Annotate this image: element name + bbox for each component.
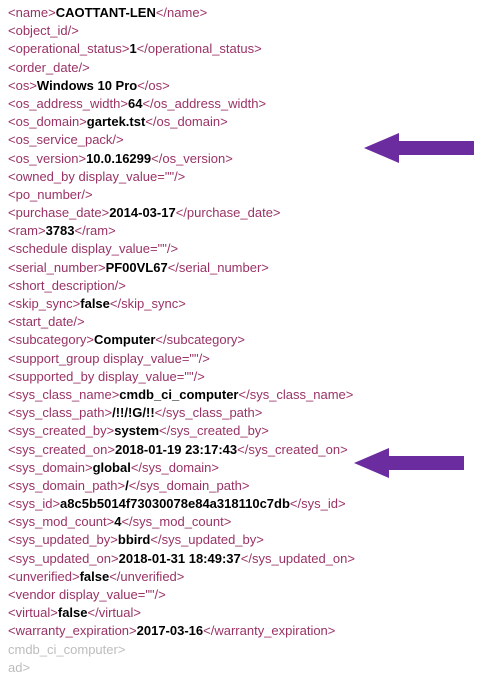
xml-element-short_description: <short_description/> <box>8 277 496 295</box>
xml-element-supported_by: <supported_by display_value=""/> <box>8 368 496 386</box>
value-sys_class_path: /!!/!G/!! <box>112 405 155 420</box>
value-serial_number: PF00VL67 <box>106 260 168 275</box>
xml-element-support_group: <support_group display_value=""/> <box>8 350 496 368</box>
value-os: Windows 10 Pro <box>37 78 137 93</box>
xml-element-os_address_width: <os_address_width>64</os_address_width> <box>8 95 496 113</box>
xml-element-os_version: <os_version>10.0.16299</os_version> <box>8 150 496 168</box>
value-sys_domain: global <box>93 460 131 475</box>
xml-element-purchase_date: <purchase_date>2014-03-17</purchase_date… <box>8 204 496 222</box>
xml-element-serial_number: <serial_number>PF00VL67</serial_number> <box>8 259 496 277</box>
xml-element-schedule: <schedule display_value=""/> <box>8 240 496 258</box>
value-os_address_width: 64 <box>128 96 142 111</box>
xml-element-sys_domain_path: <sys_domain_path>/</sys_domain_path> <box>8 477 496 495</box>
xml-element-operational_status: <operational_status>1</operational_statu… <box>8 40 496 58</box>
value-name: CAOTTANT-LEN <box>56 5 156 20</box>
value-os_version: 10.0.16299 <box>86 151 151 166</box>
value-subcategory: Computer <box>94 332 155 347</box>
xml-trailing-fragment: cmdb_ci_computer> <box>8 641 496 659</box>
value-sys_class_name: cmdb_ci_computer <box>119 387 238 402</box>
value-virtual: false <box>58 605 88 620</box>
xml-element-os: <os>Windows 10 Pro</os> <box>8 77 496 95</box>
value-sys_created_on: 2018-01-19 23:17:43 <box>115 442 237 457</box>
value-os_domain: gartek.tst <box>87 114 146 129</box>
xml-element-sys_class_path: <sys_class_path>/!!/!G/!!</sys_class_pat… <box>8 404 496 422</box>
xml-element-sys_mod_count: <sys_mod_count>4</sys_mod_count> <box>8 513 496 531</box>
xml-output: <name>CAOTTANT-LEN</name><object_id/><op… <box>8 4 496 677</box>
xml-element-virtual: <virtual>false</virtual> <box>8 604 496 622</box>
xml-element-start_date: <start_date/> <box>8 313 496 331</box>
xml-element-object_id: <object_id/> <box>8 22 496 40</box>
value-sys_updated_on: 2018-01-31 18:49:37 <box>119 551 241 566</box>
xml-element-os_service_pack: <os_service_pack/> <box>8 131 496 149</box>
xml-element-warranty_expiration: <warranty_expiration>2017-03-16</warrant… <box>8 622 496 640</box>
xml-element-sys_created_on: <sys_created_on>2018-01-19 23:17:43</sys… <box>8 441 496 459</box>
xml-element-sys_id: <sys_id>a8c5b5014f73030078e84a318110c7db… <box>8 495 496 513</box>
xml-element-sys_created_by: <sys_created_by>system</sys_created_by> <box>8 422 496 440</box>
value-sys_updated_by: bbird <box>118 532 151 547</box>
value-purchase_date: 2014-03-17 <box>109 205 176 220</box>
value-unverified: false <box>80 569 110 584</box>
value-sys_created_by: system <box>114 423 159 438</box>
xml-element-po_number: <po_number/> <box>8 186 496 204</box>
xml-trailing-fragment: ad> <box>8 659 496 677</box>
value-ram: 3783 <box>46 223 75 238</box>
xml-element-os_domain: <os_domain>gartek.tst</os_domain> <box>8 113 496 131</box>
xml-element-name: <name>CAOTTANT-LEN</name> <box>8 4 496 22</box>
value-skip_sync: false <box>80 296 110 311</box>
value-operational_status: 1 <box>129 41 136 56</box>
xml-element-sys_updated_by: <sys_updated_by>bbird</sys_updated_by> <box>8 531 496 549</box>
xml-element-subcategory: <subcategory>Computer</subcategory> <box>8 331 496 349</box>
value-warranty_expiration: 2017-03-16 <box>137 623 204 638</box>
value-sys_id: a8c5b5014f73030078e84a318110c7db <box>60 496 290 511</box>
xml-element-unverified: <unverified>false</unverified> <box>8 568 496 586</box>
xml-element-sys_domain: <sys_domain>global</sys_domain> <box>8 459 496 477</box>
xml-element-owned_by: <owned_by display_value=""/> <box>8 168 496 186</box>
xml-element-sys_updated_on: <sys_updated_on>2018-01-31 18:49:37</sys… <box>8 550 496 568</box>
xml-element-skip_sync: <skip_sync>false</skip_sync> <box>8 295 496 313</box>
xml-element-ram: <ram>3783</ram> <box>8 222 496 240</box>
xml-element-order_date: <order_date/> <box>8 59 496 77</box>
xml-element-vendor: <vendor display_value=""/> <box>8 586 496 604</box>
xml-element-sys_class_name: <sys_class_name>cmdb_ci_computer</sys_cl… <box>8 386 496 404</box>
